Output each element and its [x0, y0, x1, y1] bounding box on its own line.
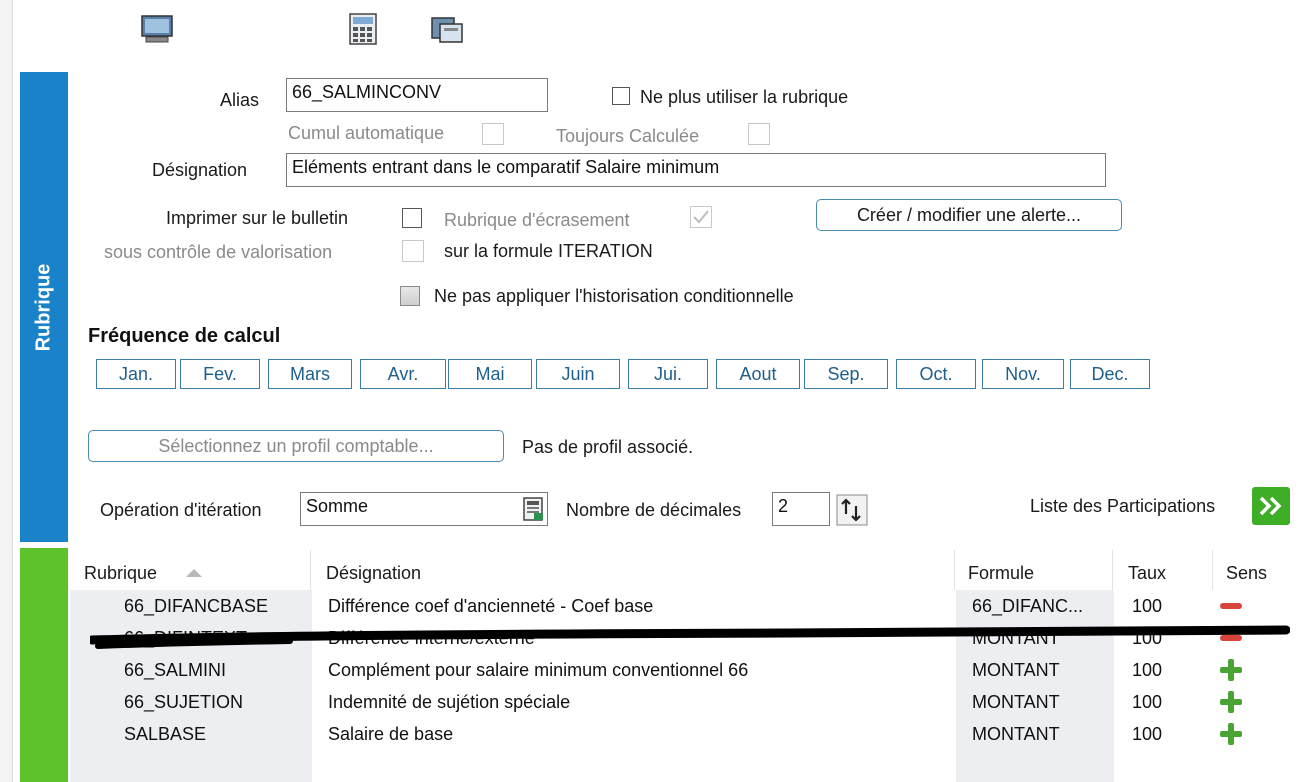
sidebar-label: Rubrique: [32, 263, 55, 351]
table-header-sep: [1212, 550, 1213, 590]
minus-icon: [1220, 603, 1242, 609]
cell-taux: 100: [1132, 724, 1163, 744]
check-icon: [693, 210, 709, 224]
column-header-formule[interactable]: Formule: [968, 563, 1034, 584]
cell-formule: 66_DIFANC...: [972, 596, 1084, 616]
spin-arrows-icon[interactable]: [836, 494, 868, 526]
cumul-checkbox[interactable]: [482, 123, 504, 145]
column-header-taux[interactable]: Taux: [1128, 563, 1166, 584]
cell-taux: 100: [1132, 596, 1163, 616]
cell-designation: Complément pour salaire minimum conventi…: [328, 660, 749, 680]
table-row[interactable]: 66_SALMINI Complément pour salaire minim…: [70, 654, 1303, 686]
monitor-icon[interactable]: [140, 14, 174, 44]
cell-rubrique: SALBASE: [124, 724, 207, 744]
ne-plus-utiliser-checkbox[interactable]: [612, 87, 630, 105]
redaction-scribble: [90, 625, 1290, 649]
cell-formule: MONTANT: [972, 724, 1060, 744]
cell-taux: 100: [1132, 660, 1163, 680]
month-mai[interactable]: Mai: [448, 359, 532, 389]
historisation-label: Ne pas appliquer l'historisation conditi…: [434, 286, 794, 306]
table-header-sep: [310, 550, 311, 590]
month-oct[interactable]: Oct.: [896, 359, 976, 389]
ne-plus-utiliser-label: Ne plus utiliser la rubrique: [640, 87, 849, 107]
profil-status: Pas de profil associé.: [522, 437, 694, 457]
plus-icon: [1220, 691, 1242, 713]
table-row[interactable]: 66_DIFANCBASE Différence coef d'ancienne…: [70, 590, 1303, 622]
column-header-rubrique[interactable]: Rubrique: [84, 563, 157, 584]
sidebar-green-panel[interactable]: [20, 548, 68, 782]
cell-rubrique: 66_SUJETION: [124, 692, 244, 712]
cell-designation: Salaire de base: [328, 724, 454, 744]
cell-rubrique: 66_SALMINI: [124, 660, 227, 680]
sidebar-rubrique[interactable]: Rubrique: [20, 72, 68, 542]
sous-controle-checkbox[interactable]: [402, 240, 424, 262]
table-header-sep: [954, 550, 955, 590]
month-mars[interactable]: Mars: [268, 359, 352, 389]
cell-taux: 100: [1132, 692, 1163, 712]
rubrique-ecrasement-label: Rubrique d'écrasement: [444, 210, 630, 230]
table-row[interactable]: 66_SUJETION Indemnité de sujétion spécia…: [70, 686, 1303, 718]
imprimer-label: Imprimer sur le bulletin: [166, 208, 349, 228]
month-jui[interactable]: Jui.: [628, 359, 708, 389]
plus-icon: [1220, 723, 1242, 745]
participations-label: Liste des Participations: [1030, 496, 1216, 516]
designation-label: Désignation: [152, 160, 248, 180]
cumul-label: Cumul automatique: [288, 123, 445, 143]
cell-formule: MONTANT: [972, 660, 1060, 680]
formule-iteration-label: sur la formule ITERATION: [444, 241, 653, 261]
month-dec[interactable]: Dec.: [1070, 359, 1150, 389]
month-avr[interactable]: Avr.: [360, 359, 446, 389]
month-fev[interactable]: Fev.: [180, 359, 260, 389]
designation-input[interactable]: Eléments entrant dans le comparatif Sala…: [286, 153, 1106, 187]
toujours-calculee-checkbox[interactable]: [748, 123, 770, 145]
table-row[interactable]: SALBASE Salaire de base MONTANT 100: [70, 718, 1303, 750]
month-sep[interactable]: Sep.: [804, 359, 888, 389]
column-header-sens[interactable]: Sens: [1226, 563, 1267, 584]
alias-input[interactable]: 66_SALMINCONV: [286, 78, 548, 112]
month-aout[interactable]: Aout: [716, 359, 800, 389]
cell-rubrique: 66_DIFANCBASE: [124, 596, 269, 616]
window-edge: [0, 0, 13, 782]
historisation-checkbox[interactable]: [400, 286, 420, 306]
cell-designation: Indemnité de sujétion spéciale: [328, 692, 571, 712]
alias-label: Alias: [220, 90, 260, 110]
picker-icon[interactable]: [522, 496, 546, 522]
cell-designation: Différence coef d'ancienneté - Coef base: [328, 596, 654, 616]
sort-up-icon: [186, 569, 202, 577]
decimales-input[interactable]: 2: [772, 492, 830, 526]
imprimer-checkbox[interactable]: [402, 208, 422, 228]
calculator-icon[interactable]: [348, 12, 378, 46]
cell-formule: MONTANT: [972, 692, 1060, 712]
plus-icon: [1220, 659, 1242, 681]
sous-controle-label: sous contrôle de valorisation: [104, 242, 333, 262]
month-juin[interactable]: Juin: [536, 359, 620, 389]
profil-comptable-button[interactable]: Sélectionnez un profil comptable...: [88, 430, 504, 462]
toujours-calculee-label: Toujours Calculée: [556, 126, 700, 146]
rubrique-ecrasement-checkbox[interactable]: [690, 206, 712, 228]
month-jan[interactable]: Jan.: [96, 359, 176, 389]
table-header-sep: [1112, 550, 1113, 590]
participations-next-icon[interactable]: [1252, 487, 1290, 525]
creer-alerte-button[interactable]: Créer / modifier une alerte...: [816, 199, 1122, 231]
column-header-designation[interactable]: Désignation: [326, 563, 421, 584]
operation-iteration-label: Opération d'itération: [100, 500, 262, 520]
month-nov[interactable]: Nov.: [982, 359, 1064, 389]
decimales-label: Nombre de décimales: [566, 500, 742, 520]
operation-iteration-input[interactable]: Somme: [300, 492, 548, 526]
frequence-title: Fréquence de calcul: [88, 325, 281, 347]
window-copy-icon[interactable]: [430, 14, 464, 44]
